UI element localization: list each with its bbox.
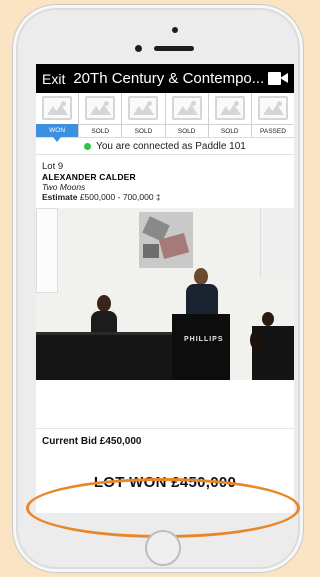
app-screen: Exit 20Th Century & Contempo... WON SOLD… [36, 64, 294, 513]
image-placeholder-icon [128, 96, 159, 120]
lot-thumbnail[interactable]: WON [36, 93, 80, 142]
lot-status-badge: WON [36, 124, 79, 137]
lot-thumbnail[interactable]: PASSED [251, 93, 294, 137]
wall-painting [139, 212, 193, 268]
connection-status: You are connected as Paddle 101 [36, 138, 294, 155]
sensor-lens [135, 45, 142, 52]
lot-status-badge: SOLD [208, 124, 251, 137]
exit-button[interactable]: Exit [42, 71, 65, 87]
estimate-value: £500,000 - 700,000 ‡ [79, 192, 161, 202]
image-placeholder-icon [214, 96, 245, 120]
home-button[interactable] [145, 530, 181, 566]
podium-label: PHILLIPS [184, 336, 224, 343]
podium [172, 314, 230, 380]
front-camera [172, 27, 178, 33]
image-placeholder-icon [257, 96, 288, 120]
estimate-label: Estimate [42, 192, 78, 202]
estimate: Estimate £500,000 - 700,000 ‡ [42, 192, 288, 202]
header-bar: Exit 20Th Century & Contempo... [36, 64, 294, 93]
image-placeholder-icon [171, 96, 202, 120]
lot-status-badge: PASSED [251, 124, 294, 137]
person-head [194, 268, 208, 285]
work-title: Two Moons [42, 182, 86, 192]
lot-thumbnail[interactable]: SOLD [208, 93, 252, 137]
lot-strip: WON SOLD SOLD SOLD SOLD PASSED [36, 93, 294, 142]
current-bid: Current Bid £450,000 [36, 428, 294, 453]
person-body [91, 311, 117, 333]
earpiece-speaker [154, 46, 194, 51]
sale-title: 20Th Century & Contempo... [73, 70, 264, 87]
lot-status-badge: SOLD [79, 124, 122, 137]
person-head [97, 295, 111, 312]
image-placeholder-icon [42, 96, 73, 120]
lot-details: Lot 9 ALEXANDER CALDER Two Moons Estimat… [36, 155, 294, 208]
person-head [250, 330, 264, 350]
video-camera-icon[interactable] [268, 72, 288, 85]
lot-thumbnail[interactable]: SOLD [122, 93, 166, 137]
wall-artwork-left [36, 208, 58, 293]
person-body [186, 284, 218, 316]
lot-status-badge: SOLD [165, 124, 208, 137]
live-auction-photo: PHILLIPS [36, 208, 294, 380]
image-placeholder-icon [85, 96, 116, 120]
wall-panel-right [260, 208, 294, 278]
lot-number: Lot 9 [42, 161, 64, 172]
lot-won-banner: LOT WON £450,000 [93, 473, 237, 491]
artist-name: ALEXANDER CALDER [42, 172, 136, 182]
lot-status-badge: SOLD [122, 124, 165, 137]
person-head [262, 312, 274, 326]
status-dot-icon [84, 142, 92, 150]
lot-thumbnail[interactable]: SOLD [165, 93, 209, 137]
lot-thumbnail[interactable]: SOLD [79, 93, 123, 137]
connection-text: You are connected as Paddle 101 [96, 140, 246, 152]
